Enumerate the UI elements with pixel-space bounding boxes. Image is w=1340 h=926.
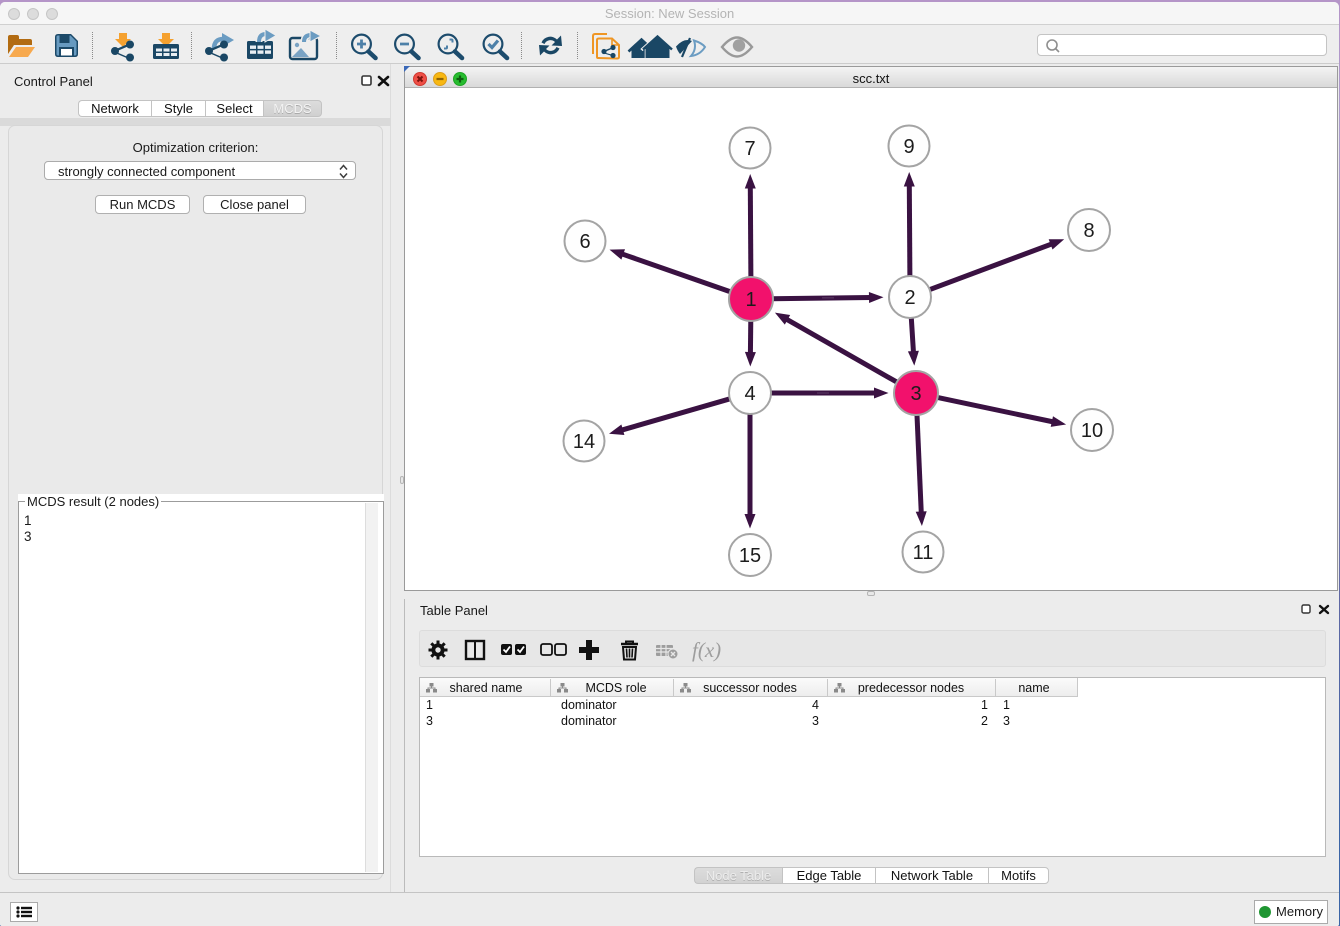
svg-text:successor nodes: successor nodes	[703, 681, 797, 695]
svg-text:1: 1	[981, 698, 988, 712]
svg-text:name: name	[1018, 681, 1049, 695]
svg-text:3: 3	[426, 714, 433, 728]
svg-text:9: 9	[903, 136, 914, 158]
svg-text:4: 4	[744, 383, 755, 405]
svg-text:1: 1	[1003, 698, 1010, 712]
svg-text:2: 2	[981, 714, 988, 728]
svg-text:3: 3	[812, 714, 819, 728]
svg-text:15: 15	[739, 545, 761, 567]
svg-text:f(x): f(x)	[692, 638, 721, 662]
svg-text:6: 6	[579, 231, 590, 253]
svg-text:1: 1	[745, 289, 756, 311]
svg-text:11: 11	[913, 542, 934, 564]
svg-text:predecessor nodes: predecessor nodes	[858, 681, 964, 695]
svg-text:8: 8	[1083, 220, 1094, 242]
svg-text:10: 10	[1081, 420, 1103, 442]
svg-text:dominator: dominator	[561, 698, 617, 712]
svg-text:2: 2	[904, 287, 915, 309]
svg-text:14: 14	[573, 431, 595, 453]
svg-text:MCDS role: MCDS role	[585, 681, 646, 695]
svg-text:shared name: shared name	[450, 681, 523, 695]
svg-text:3: 3	[910, 383, 921, 405]
svg-text:dominator: dominator	[561, 714, 617, 728]
svg-text:7: 7	[744, 138, 755, 160]
svg-text:4: 4	[812, 698, 819, 712]
svg-text:3: 3	[1003, 714, 1010, 728]
svg-text:1: 1	[426, 698, 433, 712]
